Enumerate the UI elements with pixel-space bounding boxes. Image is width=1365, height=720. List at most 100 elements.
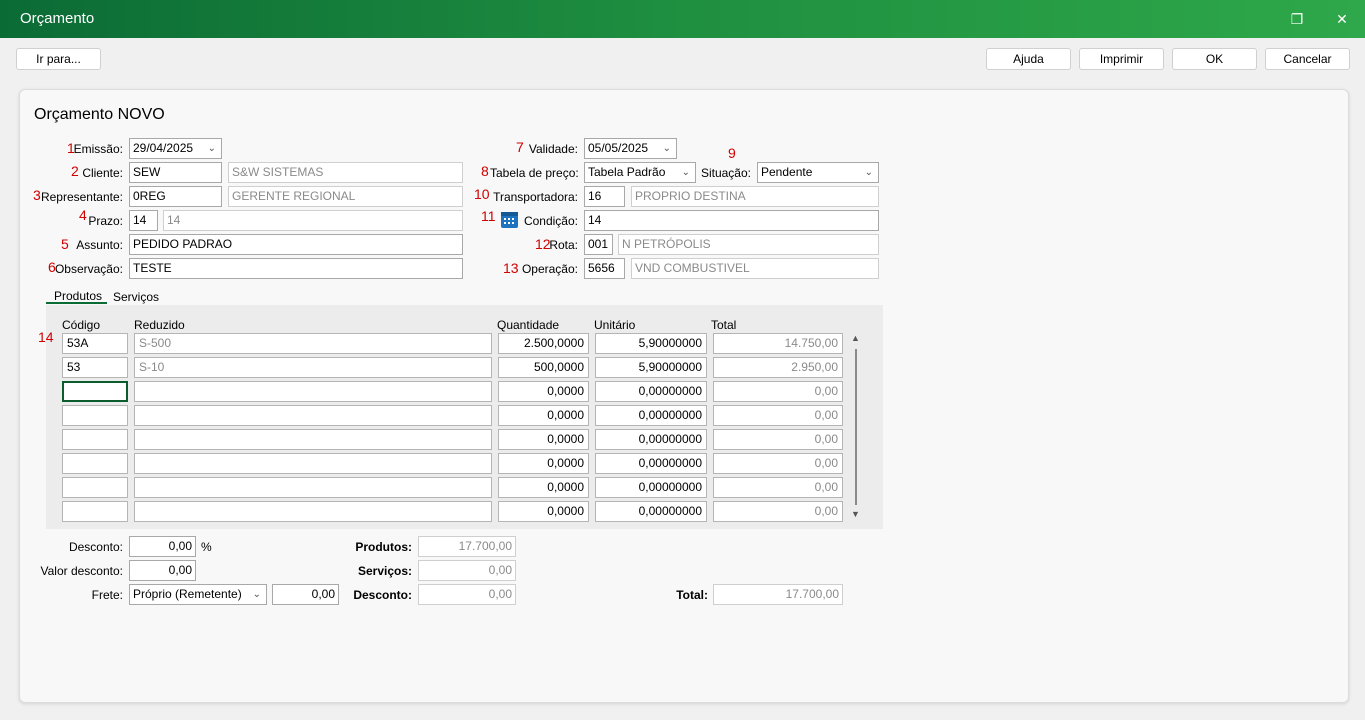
codigo-cell[interactable] — [62, 429, 128, 450]
chevron-down-icon: ⌄ — [662, 143, 671, 154]
codigo-cell[interactable] — [62, 405, 128, 426]
marker-13: 13 — [503, 260, 519, 276]
quantidade-cell[interactable]: 0,0000 — [498, 477, 589, 498]
col-header-unitario: Unitário — [594, 318, 636, 332]
operacao-label: Operação: — [521, 262, 578, 276]
validade-label: Validade: — [528, 142, 578, 156]
chevron-down-icon: ⌄ — [864, 167, 873, 178]
help-button[interactable]: Ajuda — [986, 48, 1071, 70]
total-cell: 0,00 — [713, 453, 843, 474]
reduzido-cell — [134, 453, 492, 474]
calendar-icon[interactable] — [500, 210, 519, 229]
valor-desconto-label: Valor desconto: — [40, 564, 124, 578]
percent-unit: % — [201, 540, 212, 554]
col-header-quantidade: Quantidade — [497, 318, 560, 332]
total-cell: 0,00 — [713, 429, 843, 450]
observacao-input[interactable]: TESTE — [129, 258, 463, 279]
frete-select[interactable]: Próprio (Remetente) ⌄ — [129, 584, 267, 605]
reduzido-cell — [134, 429, 492, 450]
grid-scrollbar[interactable]: ▲ ▼ — [850, 333, 862, 523]
situacao-select[interactable]: Pendente ⌄ — [757, 162, 879, 183]
frete-value: Próprio (Remetente) — [133, 587, 242, 601]
assunto-input[interactable]: PEDIDO PADRAO — [129, 234, 463, 255]
quantidade-cell[interactable]: 500,0000 — [498, 357, 589, 378]
quantidade-cell[interactable]: 2.500,0000 — [498, 333, 589, 354]
situacao-label: Situação: — [700, 166, 751, 180]
valor-desconto-input[interactable]: 0,00 — [129, 560, 196, 581]
active-tab-indicator — [46, 302, 107, 304]
prazo-desc-field: 14 — [163, 210, 463, 231]
unitario-cell[interactable]: 0,00000000 — [595, 453, 707, 474]
codigo-cell[interactable]: 53A — [62, 333, 128, 354]
assunto-label: Assunto: — [76, 238, 123, 252]
transportadora-code-input[interactable]: 16 — [584, 186, 625, 207]
restore-icon[interactable]: ❐ — [1285, 9, 1309, 29]
marker-11: 11 — [481, 208, 496, 224]
prazo-code-input[interactable]: 14 — [129, 210, 158, 231]
reduzido-cell — [134, 381, 492, 402]
reduzido-cell — [134, 405, 492, 426]
transportadora-name-field: PROPRIO DESTINA — [631, 186, 879, 207]
unitario-cell[interactable]: 5,90000000 — [595, 333, 707, 354]
desconto-input[interactable]: 0,00 — [129, 536, 196, 557]
operacao-code-input[interactable]: 5656 — [584, 258, 625, 279]
tabela-value: Tabela Padrão — [588, 165, 666, 179]
reduzido-cell — [134, 501, 492, 522]
quantidade-cell[interactable]: 0,0000 — [498, 453, 589, 474]
cliente-label: Cliente: — [82, 166, 123, 180]
unitario-cell[interactable]: 0,00000000 — [595, 501, 707, 522]
validade-date-picker[interactable]: 05/05/2025 ⌄ — [584, 138, 677, 159]
scroll-down-icon[interactable]: ▼ — [851, 509, 860, 519]
transportadora-label: Transportadora: — [493, 190, 578, 204]
reduzido-cell: S-500 — [134, 333, 492, 354]
tab-produtos[interactable]: Produtos — [54, 289, 102, 303]
chevron-down-icon: ⌄ — [681, 167, 690, 178]
marker-14: 14 — [38, 329, 54, 345]
scroll-up-icon[interactable]: ▲ — [851, 333, 860, 343]
unitario-cell[interactable]: 0,00000000 — [595, 477, 707, 498]
representante-code-input[interactable]: 0REG — [129, 186, 222, 207]
codigo-cell[interactable] — [62, 501, 128, 522]
rota-code-input[interactable]: 001 — [584, 234, 613, 255]
quantidade-cell[interactable]: 0,0000 — [498, 381, 589, 402]
emissao-label: Emissão: — [73, 142, 123, 156]
quantidade-cell[interactable]: 0,0000 — [498, 501, 589, 522]
cliente-name-field: S&W SISTEMAS — [228, 162, 463, 183]
frete-amount-input[interactable]: 0,00 — [272, 584, 339, 605]
title-bar: Orçamento ❐ ✕ — [0, 0, 1365, 38]
window-title: Orçamento — [20, 10, 95, 27]
codigo-cell[interactable]: 53 — [62, 357, 128, 378]
frete-label: Frete: — [91, 588, 123, 602]
unitario-cell[interactable]: 0,00000000 — [595, 429, 707, 450]
produtos-total-field: 17.700,00 — [418, 536, 516, 557]
emissao-date-picker[interactable]: 29/04/2025 ⌄ — [129, 138, 222, 159]
codigo-cell[interactable] — [62, 381, 128, 402]
quantidade-cell[interactable]: 0,0000 — [498, 405, 589, 426]
total-cell: 0,00 — [713, 477, 843, 498]
condicao-input[interactable]: 14 — [584, 210, 879, 231]
desconto-total-label: Desconto: — [353, 588, 412, 602]
marker-10: 10 — [474, 186, 490, 202]
scroll-thumb[interactable] — [855, 349, 857, 505]
unitario-cell[interactable]: 0,00000000 — [595, 405, 707, 426]
close-icon[interactable]: ✕ — [1330, 9, 1354, 29]
ok-button[interactable]: OK — [1172, 48, 1257, 70]
tabela-select[interactable]: Tabela Padrão ⌄ — [584, 162, 696, 183]
quantidade-cell[interactable]: 0,0000 — [498, 429, 589, 450]
goto-button[interactable]: Ir para... — [16, 48, 101, 70]
desconto-total-field: 0,00 — [418, 584, 516, 605]
cancel-button[interactable]: Cancelar — [1265, 48, 1350, 70]
rota-label: Rota: — [549, 238, 578, 252]
cliente-code-input[interactable]: SEW — [129, 162, 222, 183]
codigo-cell[interactable] — [62, 453, 128, 474]
tab-servicos[interactable]: Serviços — [113, 290, 159, 304]
servicos-total-field: 0,00 — [418, 560, 516, 581]
unitario-cell[interactable]: 0,00000000 — [595, 381, 707, 402]
rota-name-field: N PETRÓPOLIS — [618, 234, 879, 255]
print-button[interactable]: Imprimir — [1079, 48, 1164, 70]
total-cell: 2.950,00 — [713, 357, 843, 378]
codigo-cell[interactable] — [62, 477, 128, 498]
marker-9: 9 — [728, 145, 736, 161]
total-cell: 0,00 — [713, 501, 843, 522]
unitario-cell[interactable]: 5,90000000 — [595, 357, 707, 378]
